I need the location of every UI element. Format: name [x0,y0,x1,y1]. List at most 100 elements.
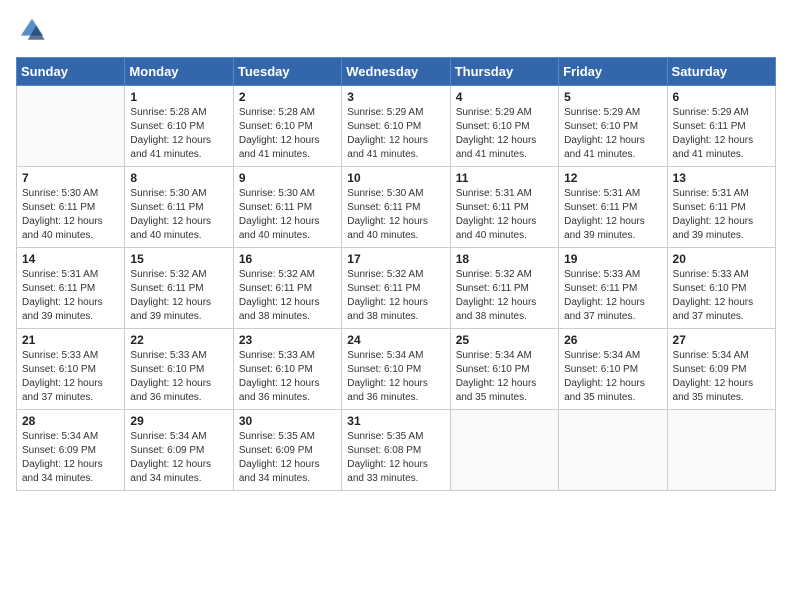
day-number: 10 [347,171,444,185]
day-number: 23 [239,333,336,347]
day-info: Sunrise: 5:34 AMSunset: 6:10 PMDaylight:… [564,349,661,405]
calendar-cell: 21 Sunrise: 5:33 AMSunset: 6:10 PMDayligh… [17,329,125,410]
calendar-cell: 10 Sunrise: 5:30 AMSunset: 6:11 PMDayligh… [342,167,450,248]
calendar-cell: 28 Sunrise: 5:34 AMSunset: 6:09 PMDayligh… [17,410,125,491]
day-info: Sunrise: 5:30 AMSunset: 6:11 PMDaylight:… [130,187,227,243]
day-info: Sunrise: 5:35 AMSunset: 6:08 PMDaylight:… [347,430,444,486]
header-monday: Monday [125,58,233,86]
day-info: Sunrise: 5:34 AMSunset: 6:09 PMDaylight:… [130,430,227,486]
day-info: Sunrise: 5:30 AMSunset: 6:11 PMDaylight:… [239,187,336,243]
day-info: Sunrise: 5:33 AMSunset: 6:11 PMDaylight:… [564,268,661,324]
day-number: 20 [673,252,770,266]
day-info: Sunrise: 5:28 AMSunset: 6:10 PMDaylight:… [130,106,227,162]
calendar-week-row: 28 Sunrise: 5:34 AMSunset: 6:09 PMDayligh… [17,410,776,491]
day-number: 31 [347,414,444,428]
calendar-cell: 8 Sunrise: 5:30 AMSunset: 6:11 PMDaylight… [125,167,233,248]
calendar-cell: 16 Sunrise: 5:32 AMSunset: 6:11 PMDayligh… [233,248,341,329]
header-sunday: Sunday [17,58,125,86]
day-info: Sunrise: 5:34 AMSunset: 6:09 PMDaylight:… [673,349,770,405]
day-number: 28 [22,414,119,428]
calendar-cell: 25 Sunrise: 5:34 AMSunset: 6:10 PMDayligh… [450,329,558,410]
calendar-cell: 13 Sunrise: 5:31 AMSunset: 6:11 PMDayligh… [667,167,775,248]
calendar-week-row: 1 Sunrise: 5:28 AMSunset: 6:10 PMDaylight… [17,86,776,167]
calendar-cell: 26 Sunrise: 5:34 AMSunset: 6:10 PMDayligh… [559,329,667,410]
day-info: Sunrise: 5:32 AMSunset: 6:11 PMDaylight:… [456,268,553,324]
day-number: 5 [564,90,661,104]
calendar-cell: 14 Sunrise: 5:31 AMSunset: 6:11 PMDayligh… [17,248,125,329]
calendar-cell [559,410,667,491]
day-number: 9 [239,171,336,185]
day-info: Sunrise: 5:33 AMSunset: 6:10 PMDaylight:… [673,268,770,324]
calendar-cell: 20 Sunrise: 5:33 AMSunset: 6:10 PMDayligh… [667,248,775,329]
calendar-cell: 12 Sunrise: 5:31 AMSunset: 6:11 PMDayligh… [559,167,667,248]
day-info: Sunrise: 5:34 AMSunset: 6:10 PMDaylight:… [347,349,444,405]
day-number: 12 [564,171,661,185]
day-number: 26 [564,333,661,347]
day-info: Sunrise: 5:31 AMSunset: 6:11 PMDaylight:… [22,268,119,324]
day-info: Sunrise: 5:33 AMSunset: 6:10 PMDaylight:… [130,349,227,405]
day-info: Sunrise: 5:29 AMSunset: 6:10 PMDaylight:… [564,106,661,162]
day-number: 14 [22,252,119,266]
day-number: 21 [22,333,119,347]
header-wednesday: Wednesday [342,58,450,86]
logo [16,16,48,49]
calendar-cell: 23 Sunrise: 5:33 AMSunset: 6:10 PMDayligh… [233,329,341,410]
calendar-cell: 11 Sunrise: 5:31 AMSunset: 6:11 PMDayligh… [450,167,558,248]
day-info: Sunrise: 5:30 AMSunset: 6:11 PMDaylight:… [347,187,444,243]
day-number: 22 [130,333,227,347]
calendar-cell: 24Sunrise: 5:34 AMSunset: 6:10 PMDayligh… [342,329,450,410]
day-number: 8 [130,171,227,185]
calendar-cell [667,410,775,491]
logo-icon [18,16,46,44]
calendar-cell: 4 Sunrise: 5:29 AMSunset: 6:10 PMDaylight… [450,86,558,167]
day-info: Sunrise: 5:32 AMSunset: 6:11 PMDaylight:… [239,268,336,324]
day-info: Sunrise: 5:29 AMSunset: 6:10 PMDaylight:… [456,106,553,162]
header-friday: Friday [559,58,667,86]
calendar-cell: 31 Sunrise: 5:35 AMSunset: 6:08 PMDayligh… [342,410,450,491]
day-info: Sunrise: 5:31 AMSunset: 6:11 PMDaylight:… [456,187,553,243]
day-number: 19 [564,252,661,266]
day-info: Sunrise: 5:30 AMSunset: 6:11 PMDaylight:… [22,187,119,243]
day-info: Sunrise: 5:29 AMSunset: 6:11 PMDaylight:… [673,106,770,162]
day-number: 4 [456,90,553,104]
header-thursday: Thursday [450,58,558,86]
day-number: 30 [239,414,336,428]
day-number: 16 [239,252,336,266]
day-info: Sunrise: 5:28 AMSunset: 6:10 PMDaylight:… [239,106,336,162]
day-number: 13 [673,171,770,185]
calendar-cell: 29Sunrise: 5:34 AMSunset: 6:09 PMDayligh… [125,410,233,491]
calendar-header-row: SundayMondayTuesdayWednesdayThursdayFrid… [17,58,776,86]
header-tuesday: Tuesday [233,58,341,86]
calendar-cell: 1 Sunrise: 5:28 AMSunset: 6:10 PMDaylight… [125,86,233,167]
calendar-cell: 19 Sunrise: 5:33 AMSunset: 6:11 PMDayligh… [559,248,667,329]
calendar-cell: 7 Sunrise: 5:30 AMSunset: 6:11 PMDaylight… [17,167,125,248]
calendar-week-row: 7 Sunrise: 5:30 AMSunset: 6:11 PMDaylight… [17,167,776,248]
header-saturday: Saturday [667,58,775,86]
calendar-cell: 3 Sunrise: 5:29 AMSunset: 6:10 PMDaylight… [342,86,450,167]
calendar-cell: 6 Sunrise: 5:29 AMSunset: 6:11 PMDaylight… [667,86,775,167]
calendar-cell: 2 Sunrise: 5:28 AMSunset: 6:10 PMDaylight… [233,86,341,167]
day-number: 2 [239,90,336,104]
calendar-cell [17,86,125,167]
day-info: Sunrise: 5:34 AMSunset: 6:09 PMDaylight:… [22,430,119,486]
calendar-cell: 27Sunrise: 5:34 AMSunset: 6:09 PMDayligh… [667,329,775,410]
calendar-week-row: 21 Sunrise: 5:33 AMSunset: 6:10 PMDayligh… [17,329,776,410]
day-number: 25 [456,333,553,347]
calendar-cell [450,410,558,491]
day-info: Sunrise: 5:29 AMSunset: 6:10 PMDaylight:… [347,106,444,162]
day-info: Sunrise: 5:34 AMSunset: 6:10 PMDaylight:… [456,349,553,405]
day-info: Sunrise: 5:33 AMSunset: 6:10 PMDaylight:… [22,349,119,405]
day-info: Sunrise: 5:31 AMSunset: 6:11 PMDaylight:… [673,187,770,243]
day-number: 1 [130,90,227,104]
day-number: 3 [347,90,444,104]
day-number: 6 [673,90,770,104]
calendar-cell: 18Sunrise: 5:32 AMSunset: 6:11 PMDayligh… [450,248,558,329]
day-number: 17 [347,252,444,266]
day-info: Sunrise: 5:31 AMSunset: 6:11 PMDaylight:… [564,187,661,243]
day-info: Sunrise: 5:33 AMSunset: 6:10 PMDaylight:… [239,349,336,405]
day-number: 7 [22,171,119,185]
calendar-cell: 15Sunrise: 5:32 AMSunset: 6:11 PMDayligh… [125,248,233,329]
day-number: 15 [130,252,227,266]
day-number: 11 [456,171,553,185]
page-header [16,16,776,49]
